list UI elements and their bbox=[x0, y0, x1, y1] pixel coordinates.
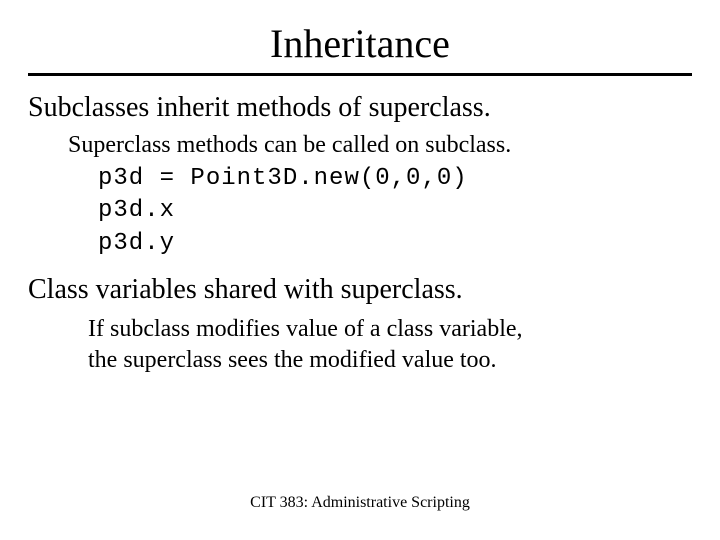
code-line-3: p3d.y bbox=[98, 228, 692, 260]
slide-footer: CIT 383: Administrative Scripting bbox=[0, 494, 720, 512]
section-class-variables: Class variables shared with superclass. … bbox=[28, 274, 692, 376]
title-divider bbox=[28, 73, 692, 76]
slide-content: Inheritance Subclasses inherit methods o… bbox=[0, 0, 720, 377]
section1-heading: Subclasses inherit methods of superclass… bbox=[28, 92, 692, 124]
slide-title: Inheritance bbox=[28, 20, 692, 67]
code-line-1: p3d = Point3D.new(0,0,0) bbox=[98, 163, 692, 195]
section2-heading: Class variables shared with superclass. bbox=[28, 274, 692, 306]
code-line-2: p3d.x bbox=[98, 195, 692, 227]
section2-subtext-line2: the superclass sees the modified value t… bbox=[88, 345, 692, 376]
section-inherit-methods: Subclasses inherit methods of superclass… bbox=[28, 92, 692, 260]
section1-subtext: Superclass methods can be called on subc… bbox=[68, 132, 692, 159]
section2-subtext-line1: If subclass modifies value of a class va… bbox=[88, 314, 692, 345]
